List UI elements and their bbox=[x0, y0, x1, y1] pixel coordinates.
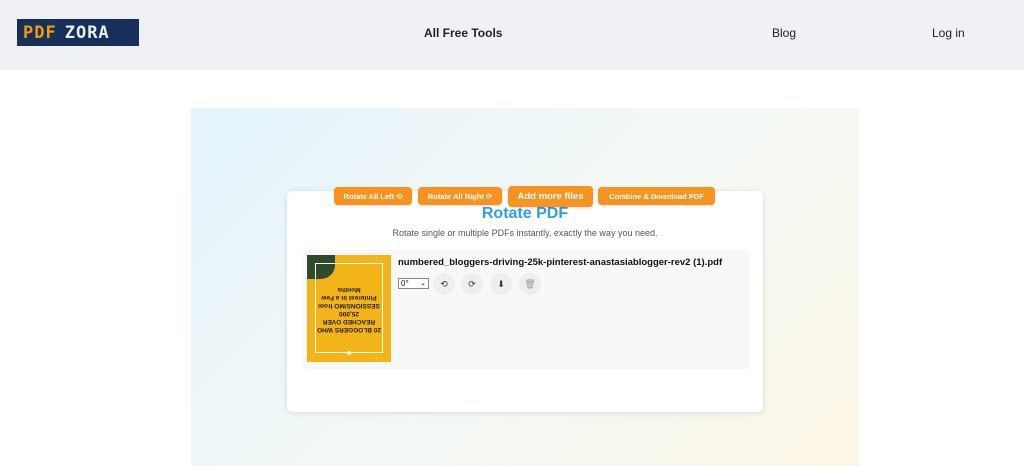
rotation-angle-select[interactable]: 0° ⌄ bbox=[398, 278, 429, 289]
thumbnail-dot bbox=[347, 351, 351, 355]
rotate-all-right-button[interactable]: Rotate All Right ⟳ bbox=[418, 187, 502, 205]
pdf-thumbnail: 20 BLOGGERS WHO REACHED OVER 25,000 SESS… bbox=[307, 255, 391, 362]
rotate-right-icon: ⟳ bbox=[468, 278, 476, 289]
file-item: 20 BLOGGERS WHO REACHED OVER 25,000 SESS… bbox=[303, 250, 749, 369]
trash-icon: 🗑 bbox=[524, 278, 536, 289]
nav-all-free-tools[interactable]: All Free Tools bbox=[424, 26, 502, 40]
page-title: Rotate PDF bbox=[481, 205, 569, 222]
nav-blog[interactable]: Blog bbox=[772, 26, 796, 40]
site-header: PDF ZORA All Free Tools Blog Log in bbox=[0, 0, 1024, 70]
nav-login[interactable]: Log in bbox=[932, 26, 965, 40]
thumbnail-text: 20 BLOGGERS WHO REACHED OVER 25,000 SESS… bbox=[317, 286, 381, 333]
page-subtitle: Rotate single or multiple PDFs instantly… bbox=[392, 228, 658, 238]
file-name: numbered_bloggers-driving-25k-pinterest-… bbox=[398, 257, 723, 268]
rotate-left-icon: ⟲ bbox=[440, 278, 448, 289]
rotate-left-button[interactable]: ⟲ bbox=[433, 273, 455, 295]
chevron-down-icon: ⌄ bbox=[420, 280, 426, 287]
site-logo[interactable]: PDF ZORA bbox=[17, 19, 139, 46]
download-icon: ⬇ bbox=[497, 278, 505, 289]
download-button[interactable]: ⬇ bbox=[490, 273, 512, 295]
logo-text-zora: ZORA bbox=[64, 22, 110, 43]
rotate-right-button[interactable]: ⟳ bbox=[461, 273, 483, 295]
rotation-angle-value: 0° bbox=[401, 279, 409, 288]
add-more-files-button[interactable]: Add more files bbox=[508, 186, 593, 207]
delete-button[interactable]: 🗑 bbox=[519, 273, 541, 295]
logo-text-pdf: PDF bbox=[23, 22, 57, 43]
rotate-all-left-button[interactable]: Rotate All Left ⟲ bbox=[334, 187, 412, 205]
combine-download-button[interactable]: Combine & Download PDF bbox=[598, 187, 715, 205]
rotate-pdf-card: Rotate PDF Rotate single or multiple PDF… bbox=[287, 191, 763, 412]
